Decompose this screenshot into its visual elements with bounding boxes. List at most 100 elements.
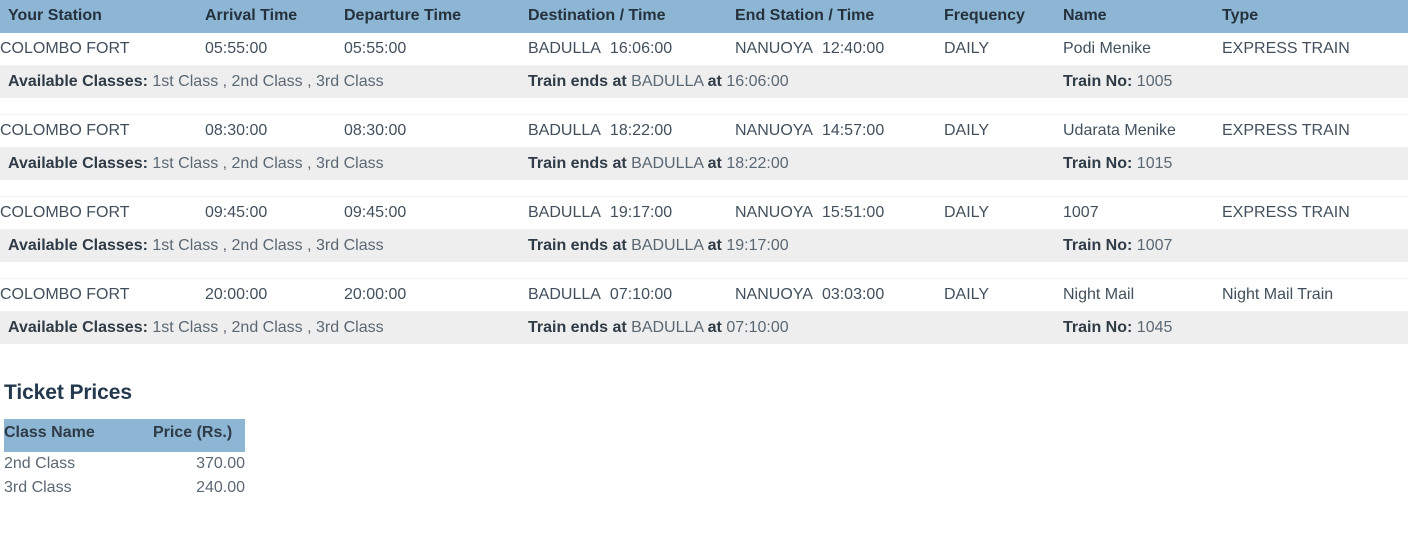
train-no-cell: Train No: 1007 bbox=[1063, 229, 1408, 263]
cell-train-type: EXPRESS TRAIN bbox=[1222, 33, 1408, 66]
table-header: Your Station Arrival Time Departure Time… bbox=[0, 0, 1408, 33]
cell-class-name: 3rd Class bbox=[4, 479, 72, 496]
train-no-value: 1005 bbox=[1136, 73, 1173, 90]
train-ends-station: BADULLA bbox=[631, 237, 704, 254]
cell-departure-time: 09:45:00 bbox=[344, 196, 528, 230]
available-classes-label: Available Classes: bbox=[8, 237, 148, 254]
end-station-time: 14:57:00 bbox=[821, 122, 885, 139]
train-ends-cell: Train ends at BADULLA at 18:22:00 bbox=[528, 147, 1063, 181]
row-group-spacer bbox=[0, 262, 1408, 279]
table-row[interactable]: COLOMBO FORT 05:55:00 05:55:00 BADULLA 16… bbox=[0, 33, 1408, 66]
available-classes-cell: Available Classes: 1st Class , 2nd Class… bbox=[0, 147, 528, 181]
table-detail-row: Available Classes: 1st Class , 2nd Class… bbox=[0, 147, 1408, 181]
train-ends-label: Train ends at bbox=[528, 155, 627, 172]
available-classes-value: 1st Class , 2nd Class , 3rd Class bbox=[152, 237, 384, 254]
cell-price: 240.00 bbox=[196, 479, 245, 496]
train-ends-station: BADULLA bbox=[631, 319, 704, 336]
ticket-prices-body: 2nd Class 370.00 3rd Class 240.00 bbox=[4, 452, 245, 500]
cell-frequency: DAILY bbox=[944, 278, 1063, 312]
cell-frequency: DAILY bbox=[944, 33, 1063, 66]
available-classes-cell: Available Classes: 1st Class , 2nd Class… bbox=[0, 65, 528, 99]
column-header-class-name: Class Name bbox=[4, 419, 153, 452]
table-detail-row: Available Classes: 1st Class , 2nd Class… bbox=[0, 311, 1408, 345]
cell-destination: BADULLA 16:06:00 bbox=[528, 33, 735, 66]
cell-your-station: COLOMBO FORT bbox=[0, 33, 205, 66]
end-station-time: 12:40:00 bbox=[821, 40, 885, 57]
cell-end-station: NANUOYA 03:03:00 bbox=[735, 278, 944, 312]
train-ends-at-word: at bbox=[707, 319, 722, 336]
column-header-frequency: Frequency bbox=[944, 0, 1063, 33]
destination-station: BADULLA bbox=[528, 122, 601, 139]
train-no-cell: Train No: 1045 bbox=[1063, 311, 1408, 345]
column-header-end-station-time: End Station / Time bbox=[735, 0, 944, 33]
cell-your-station: COLOMBO FORT bbox=[0, 114, 205, 148]
destination-station: BADULLA bbox=[528, 40, 601, 57]
column-header-departure-time: Departure Time bbox=[344, 0, 528, 33]
train-no-value: 1007 bbox=[1136, 237, 1173, 254]
destination-time: 18:22:00 bbox=[609, 122, 673, 139]
cell-frequency: DAILY bbox=[944, 114, 1063, 148]
train-ends-label: Train ends at bbox=[528, 237, 627, 254]
column-header-arrival-time: Arrival Time bbox=[205, 0, 344, 33]
cell-departure-time: 20:00:00 bbox=[344, 278, 528, 312]
row-group-spacer-cell bbox=[0, 262, 1408, 279]
train-ends-station: BADULLA bbox=[631, 73, 704, 90]
train-no-value: 1045 bbox=[1136, 319, 1173, 336]
train-ends-label: Train ends at bbox=[528, 73, 627, 90]
cell-arrival-time: 20:00:00 bbox=[205, 278, 344, 312]
table-row[interactable]: COLOMBO FORT 08:30:00 08:30:00 BADULLA 18… bbox=[0, 114, 1408, 148]
table-row[interactable]: COLOMBO FORT 09:45:00 09:45:00 BADULLA 19… bbox=[0, 196, 1408, 230]
cell-end-station: NANUOYA 14:57:00 bbox=[735, 114, 944, 148]
end-station-time: 15:51:00 bbox=[821, 204, 885, 221]
cell-price: 370.00 bbox=[196, 455, 245, 472]
cell-end-station: NANUOYA 12:40:00 bbox=[735, 33, 944, 66]
destination-time: 07:10:00 bbox=[609, 286, 673, 303]
train-ends-at-word: at bbox=[707, 155, 722, 172]
train-ends-label: Train ends at bbox=[528, 319, 627, 336]
cell-end-station: NANUOYA 15:51:00 bbox=[735, 196, 944, 230]
cell-train-name: Udarata Menike bbox=[1063, 114, 1222, 148]
ticket-prices-title: Ticket Prices bbox=[4, 381, 132, 404]
ticket-prices-row: 2nd Class 370.00 bbox=[4, 452, 245, 476]
destination-time: 16:06:00 bbox=[609, 40, 673, 57]
cell-your-station: COLOMBO FORT bbox=[0, 278, 205, 312]
table-detail-row: Available Classes: 1st Class , 2nd Class… bbox=[0, 229, 1408, 263]
train-ends-time: 18:22:00 bbox=[726, 155, 789, 172]
ticket-prices-header: Class Name Price (Rs.) bbox=[4, 419, 245, 452]
available-classes-cell: Available Classes: 1st Class , 2nd Class… bbox=[0, 229, 528, 263]
row-group-spacer-cell bbox=[0, 98, 1408, 115]
train-no-label: Train No: bbox=[1063, 155, 1133, 172]
train-schedule-section: Your Station Arrival Time Departure Time… bbox=[0, 0, 1408, 345]
train-schedule-table: Your Station Arrival Time Departure Time… bbox=[0, 0, 1408, 345]
column-header-name: Name bbox=[1063, 0, 1222, 33]
end-station: NANUOYA bbox=[735, 204, 813, 221]
ticket-prices-table: Class Name Price (Rs.) 2nd Class 370.00 … bbox=[4, 419, 245, 500]
cell-departure-time: 05:55:00 bbox=[344, 33, 528, 66]
train-ends-cell: Train ends at BADULLA at 16:06:00 bbox=[528, 65, 1063, 99]
table-body: COLOMBO FORT 05:55:00 05:55:00 BADULLA 16… bbox=[0, 33, 1408, 345]
ticket-prices-header-row: Class Name Price (Rs.) bbox=[4, 419, 245, 452]
row-group-spacer bbox=[0, 180, 1408, 197]
available-classes-value: 1st Class , 2nd Class , 3rd Class bbox=[152, 73, 384, 90]
cell-train-name: 1007 bbox=[1063, 196, 1222, 230]
cell-frequency: DAILY bbox=[944, 196, 1063, 230]
cell-destination: BADULLA 07:10:00 bbox=[528, 278, 735, 312]
cell-train-type: EXPRESS TRAIN bbox=[1222, 196, 1408, 230]
train-no-cell: Train No: 1015 bbox=[1063, 147, 1408, 181]
end-station: NANUOYA bbox=[735, 122, 813, 139]
ticket-prices-row: 3rd Class 240.00 bbox=[4, 476, 245, 500]
cell-arrival-time: 09:45:00 bbox=[205, 196, 344, 230]
train-no-cell: Train No: 1005 bbox=[1063, 65, 1408, 99]
cell-destination: BADULLA 19:17:00 bbox=[528, 196, 735, 230]
cell-train-name: Night Mail bbox=[1063, 278, 1222, 312]
train-no-value: 1015 bbox=[1136, 155, 1173, 172]
train-no-label: Train No: bbox=[1063, 73, 1133, 90]
cell-destination: BADULLA 18:22:00 bbox=[528, 114, 735, 148]
column-header-destination-time: Destination / Time bbox=[528, 0, 735, 33]
table-row[interactable]: COLOMBO FORT 20:00:00 20:00:00 BADULLA 07… bbox=[0, 278, 1408, 312]
train-ends-time: 07:10:00 bbox=[726, 319, 789, 336]
column-header-type: Type bbox=[1222, 0, 1408, 33]
cell-arrival-time: 05:55:00 bbox=[205, 33, 344, 66]
train-ends-cell: Train ends at BADULLA at 07:10:00 bbox=[528, 311, 1063, 345]
cell-departure-time: 08:30:00 bbox=[344, 114, 528, 148]
